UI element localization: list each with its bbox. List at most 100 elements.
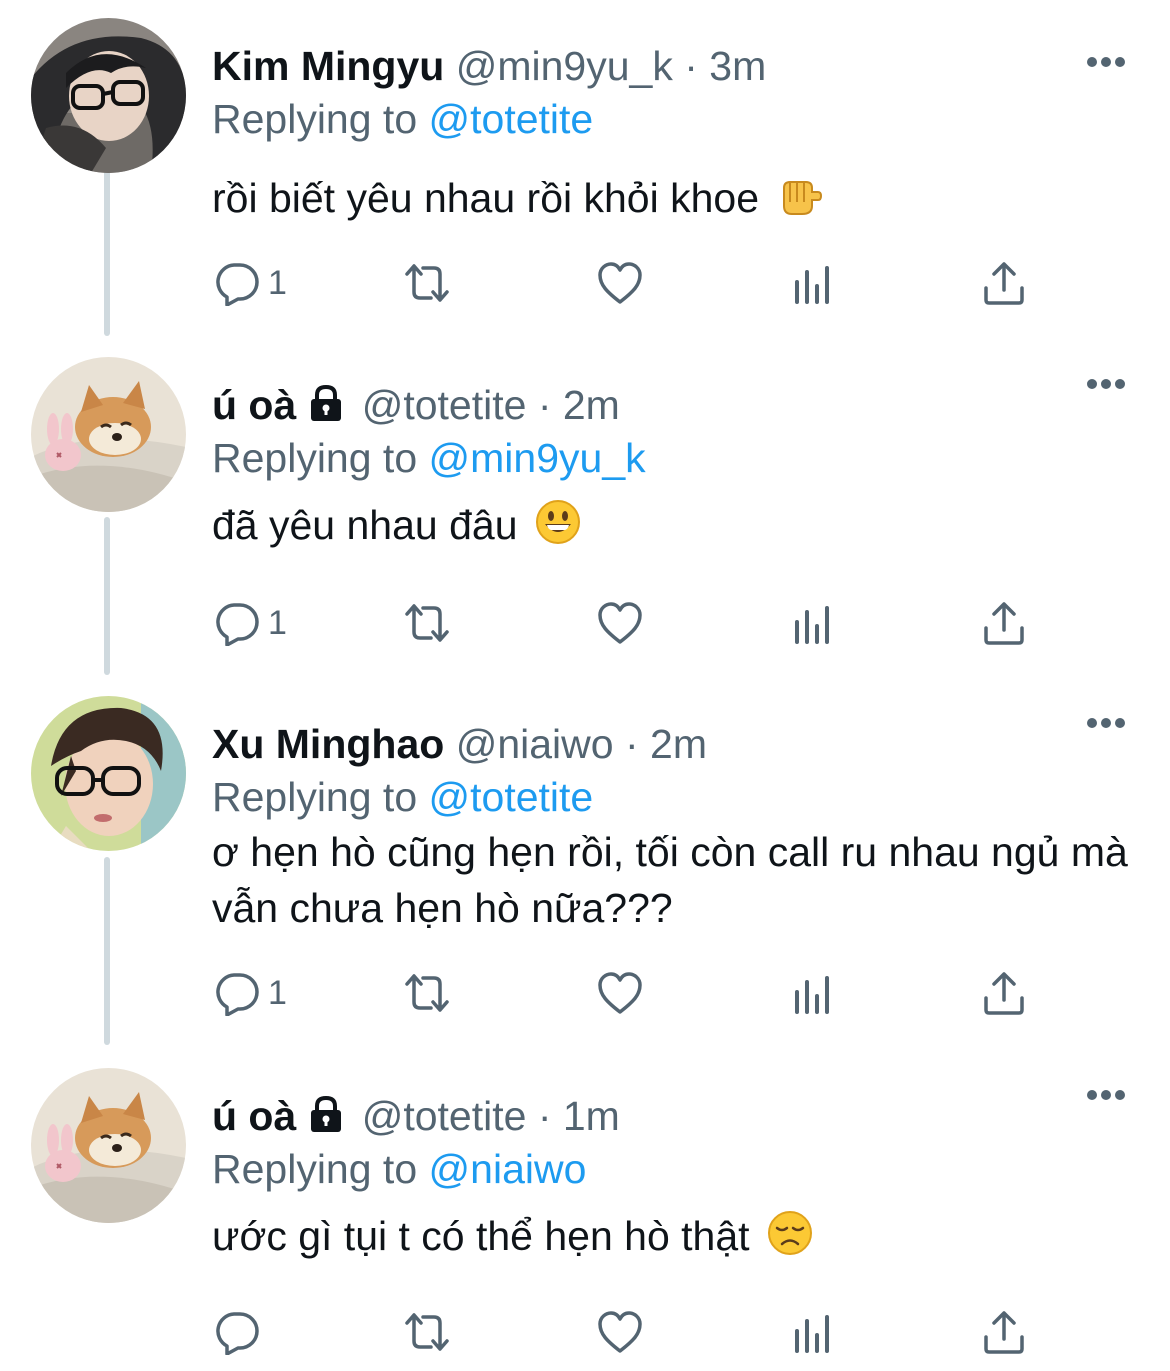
thread-line <box>104 517 110 675</box>
like-button[interactable] <box>597 968 643 1018</box>
user-handle[interactable]: @niaiwo <box>456 721 614 767</box>
display-name[interactable]: ú oà <box>212 382 296 428</box>
like-button[interactable] <box>597 1307 643 1357</box>
reply-count: 1 <box>268 974 287 1012</box>
analytics-icon <box>795 266 829 304</box>
avatar[interactable] <box>31 18 186 173</box>
backhand-pointing-fist-emoji <box>783 181 823 215</box>
heart-icon <box>598 602 642 644</box>
reply-icon <box>216 973 259 1016</box>
reply-icon <box>216 603 259 646</box>
mention-link[interactable]: @totetite <box>429 96 594 142</box>
mention-link[interactable]: @niaiwo <box>429 1146 587 1192</box>
user-handle[interactable]: @totetite <box>362 382 527 428</box>
more-options-icon[interactable] <box>1085 1088 1127 1102</box>
reply-count: 1 <box>268 604 287 642</box>
like-button[interactable] <box>597 598 643 648</box>
tweet-body: ơ hẹn hò cũng hẹn rồi, tối còn call ru n… <box>212 829 1128 931</box>
reply-icon <box>216 263 259 306</box>
retweet-button[interactable] <box>404 1307 450 1357</box>
share-icon <box>984 1311 1024 1354</box>
more-options-icon[interactable] <box>1085 377 1127 391</box>
views-button[interactable] <box>790 1307 836 1357</box>
display-name[interactable]: ú oà <box>212 1093 296 1139</box>
avatar[interactable] <box>31 696 186 851</box>
mention-link[interactable]: @min9yu_k <box>429 435 646 481</box>
more-options-icon[interactable] <box>1085 716 1127 730</box>
replying-to-label: Replying to <box>212 96 418 142</box>
thread-line <box>104 158 110 336</box>
more-options-icon[interactable] <box>1085 55 1127 69</box>
views-button[interactable] <box>790 968 836 1018</box>
retweet-icon <box>405 974 449 1012</box>
tweet-actions: 1 <box>0 598 1170 648</box>
separator-dot: · <box>684 43 698 89</box>
share-button[interactable] <box>981 258 1027 308</box>
reply-button[interactable] <box>214 1307 268 1357</box>
tweet-text: ơ hẹn hò cũng hẹn rồi, tối còn call ru n… <box>212 824 1142 936</box>
display-name[interactable]: Xu Minghao <box>212 721 444 767</box>
disappointed-face-emoji <box>767 1211 812 1255</box>
lock-icon <box>311 384 342 421</box>
retweet-icon <box>405 604 449 642</box>
mention-link[interactable]: @totetite <box>429 774 594 820</box>
replying-to: Replying to @min9yu_k <box>212 430 646 486</box>
tweet-header: ú oà @totetite · 2m <box>212 377 620 433</box>
display-name[interactable]: Kim Mingyu <box>212 43 444 89</box>
tweet-body: ước gì tụi t có thể hẹn hò thật <box>212 1213 750 1259</box>
separator-dot: · <box>537 382 552 428</box>
replying-to-label: Replying to <box>212 1146 418 1192</box>
replying-to: Replying to @totetite <box>212 91 593 147</box>
separator-dot: · <box>537 1093 552 1139</box>
heart-icon <box>598 1311 642 1353</box>
avatar[interactable] <box>31 1068 186 1223</box>
retweet-button[interactable] <box>404 968 450 1018</box>
share-icon <box>984 262 1024 305</box>
tweet-body: rồi biết yêu nhau rồi khỏi khoe <box>212 175 760 221</box>
tweet-body: đã yêu nhau đâu <box>212 502 518 548</box>
analytics-icon <box>795 976 829 1014</box>
tweet-actions <box>0 1307 1170 1357</box>
user-handle[interactable]: @min9yu_k <box>456 43 673 89</box>
timestamp[interactable]: 1m <box>563 1093 620 1139</box>
tweet-header: ú oà @totetite · 1m <box>212 1088 620 1144</box>
reply-count: 1 <box>268 264 287 302</box>
heart-icon <box>598 972 642 1014</box>
reply-icon <box>216 1312 259 1355</box>
retweet-icon <box>405 264 449 302</box>
replying-to: Replying to @niaiwo <box>212 1141 586 1197</box>
share-button[interactable] <box>981 598 1027 648</box>
analytics-icon <box>795 606 829 644</box>
reply-button[interactable]: 1 <box>214 598 287 648</box>
tweet-text: đã yêu nhau đâu <box>212 497 1142 553</box>
tweet-header: Xu Minghao @niaiwo · 2m <box>212 716 707 772</box>
share-icon <box>984 972 1024 1015</box>
tweet-actions: 1 <box>0 258 1170 308</box>
grinning-face-emoji <box>535 500 580 544</box>
views-button[interactable] <box>790 258 836 308</box>
tweet-text: ước gì tụi t có thể hẹn hò thật <box>212 1208 1142 1264</box>
heart-icon <box>598 262 642 304</box>
retweet-button[interactable] <box>404 258 450 308</box>
share-icon <box>984 602 1024 645</box>
timestamp[interactable]: 3m <box>709 43 766 89</box>
retweet-icon <box>405 1313 449 1351</box>
like-button[interactable] <box>597 258 643 308</box>
analytics-icon <box>795 1315 829 1353</box>
timestamp[interactable]: 2m <box>650 721 707 767</box>
share-button[interactable] <box>981 1307 1027 1357</box>
timestamp[interactable]: 2m <box>563 382 620 428</box>
replying-to-label: Replying to <box>212 435 418 481</box>
tweet-text: rồi biết yêu nhau rồi khỏi khoe <box>212 170 1142 226</box>
views-button[interactable] <box>790 598 836 648</box>
reply-button[interactable]: 1 <box>214 968 287 1018</box>
avatar[interactable] <box>31 357 186 512</box>
share-button[interactable] <box>981 968 1027 1018</box>
lock-icon <box>311 1095 342 1132</box>
reply-button[interactable]: 1 <box>214 258 287 308</box>
user-handle[interactable]: @totetite <box>362 1093 527 1139</box>
tweet-header: Kim Mingyu @min9yu_k · 3m <box>212 38 766 94</box>
replying-to: Replying to @totetite <box>212 769 593 825</box>
retweet-button[interactable] <box>404 598 450 648</box>
separator-dot: · <box>624 721 639 767</box>
